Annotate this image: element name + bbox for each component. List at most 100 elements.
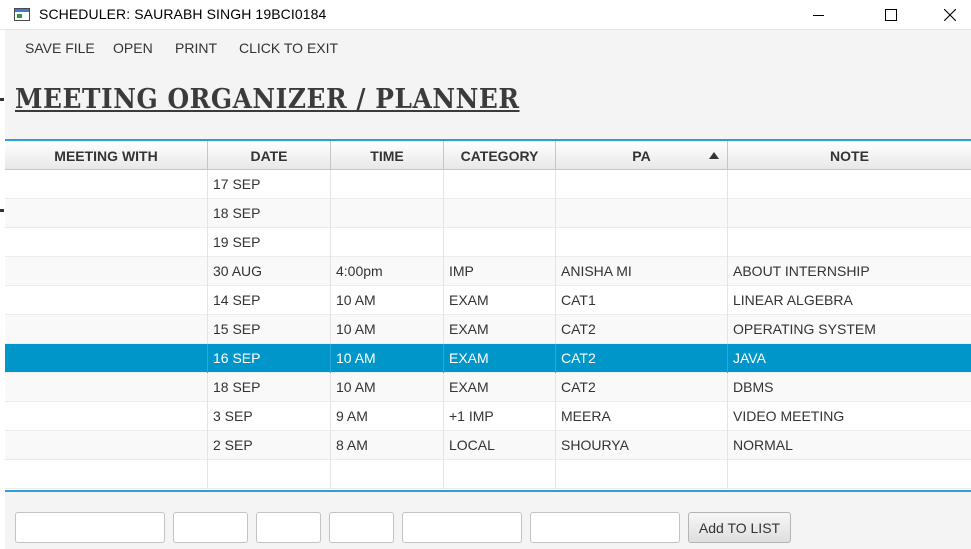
- cell-pa: CAT2: [556, 344, 728, 373]
- edge-artifact: [0, 98, 4, 101]
- cell-date: 18 SEP: [208, 373, 331, 402]
- cell-note: NORMAL: [733, 437, 793, 453]
- column-header-note[interactable]: NOTE: [728, 141, 971, 170]
- cell-note: [728, 170, 971, 199]
- column-header-date[interactable]: DATE: [208, 141, 331, 170]
- cell-date: 30 AUG: [208, 257, 331, 286]
- cell-note: ABOUT INTERNSHIP: [733, 263, 870, 279]
- cell-category: LOCAL: [444, 431, 556, 460]
- cell-pa: SHOURYA: [556, 431, 728, 460]
- minimize-button[interactable]: [795, 0, 841, 30]
- table-row[interactable]: 18 SEP: [5, 199, 971, 228]
- cell-date: 17 SEP: [208, 170, 331, 199]
- table-row[interactable]: 19 SEP: [5, 228, 971, 257]
- cell-note: LINEAR ALGEBRA: [733, 292, 853, 308]
- table-row[interactable]: 15 SEP 10 AM EXAM CAT2 OPERATING SYSTEM: [5, 315, 971, 344]
- cell-pa: CAT2: [556, 315, 728, 344]
- cell-note: VIDEO MEETING: [733, 408, 845, 424]
- app-window-icon: [14, 8, 30, 21]
- cell-meeting-with: [5, 315, 208, 344]
- cell-category: +1 IMP: [444, 402, 556, 431]
- column-header-time[interactable]: TIME: [331, 141, 444, 170]
- cell-meeting-with: [5, 431, 208, 460]
- cell-pa: ANISHA MI: [556, 257, 728, 286]
- maximize-button[interactable]: [868, 0, 914, 30]
- menu-open[interactable]: OPEN: [113, 40, 153, 56]
- page-title: Meeting Organizer / Planner: [15, 84, 520, 115]
- cell-date: 2 SEP: [208, 431, 331, 460]
- table-row[interactable]: 16 SEP 10 AM EXAM CAT2 JAVA: [5, 344, 971, 373]
- close-icon: [944, 9, 956, 21]
- cell-category: [444, 199, 556, 228]
- cell-pa: [556, 199, 728, 228]
- cell-note: [728, 460, 971, 489]
- close-button[interactable]: [927, 0, 971, 30]
- cell-time: 10 AM: [331, 344, 444, 373]
- cell-time: [331, 460, 444, 489]
- title-bar: SCHEDULER: SAURABH SINGH 19BCI0184: [0, 0, 971, 30]
- window-title: SCHEDULER: SAURABH SINGH 19BCI0184: [39, 6, 327, 22]
- table-row[interactable]: 2 SEP 8 AM LOCAL SHOURYA NORMAL: [5, 431, 971, 460]
- cell-category: EXAM: [444, 315, 556, 344]
- cell-category: EXAM: [444, 344, 556, 373]
- menu-print[interactable]: PRINT: [175, 40, 217, 56]
- table-row[interactable]: 18 SEP 10 AM EXAM CAT2 DBMS: [5, 373, 971, 402]
- cell-note: DBMS: [733, 379, 774, 395]
- sort-ascending-icon: [709, 152, 719, 159]
- cell-time: [331, 170, 444, 199]
- cell-meeting-with: [5, 170, 208, 199]
- cell-time: [331, 228, 444, 257]
- table-row[interactable]: [5, 460, 971, 489]
- cell-date: 14 SEP: [208, 286, 331, 315]
- cell-time: [331, 199, 444, 228]
- column-header-pa[interactable]: PA: [556, 141, 728, 170]
- cell-time: 8 AM: [331, 431, 444, 460]
- cell-category: [444, 460, 556, 489]
- cell-meeting-with: [5, 257, 208, 286]
- entry-form: Add TO LIST: [5, 505, 971, 549]
- table-row[interactable]: 30 AUG 4:00pm IMP ANISHA MI ABOUT INTERNSHIP: [5, 257, 971, 286]
- pa-input[interactable]: [402, 512, 522, 543]
- cell-note: [728, 228, 971, 257]
- menu-save-file[interactable]: SAVE FILE: [25, 40, 95, 56]
- cell-note: JAVA: [733, 350, 766, 366]
- cell-meeting-with: [5, 344, 208, 373]
- cell-time: 10 AM: [331, 315, 444, 344]
- cell-date: 18 SEP: [208, 199, 331, 228]
- maximize-icon: [885, 9, 897, 21]
- cell-pa: [556, 228, 728, 257]
- date-input[interactable]: [173, 512, 248, 543]
- table-row[interactable]: 14 SEP 10 AM EXAM CAT1 LINEAR ALGEBRA: [5, 286, 971, 315]
- minimize-icon: [812, 14, 824, 16]
- column-header-meeting-with[interactable]: MEETING WITH: [5, 141, 208, 170]
- cell-time: 4:00pm: [331, 257, 444, 286]
- menu-bar: SAVE FILE OPEN PRINT CLICK TO EXIT: [5, 30, 971, 67]
- note-input[interactable]: [530, 512, 680, 543]
- cell-time: 10 AM: [331, 373, 444, 402]
- cell-category: [444, 228, 556, 257]
- cell-pa: [556, 170, 728, 199]
- category-input[interactable]: [329, 512, 394, 543]
- table-row[interactable]: 3 SEP 9 AM +1 IMP MEERA VIDEO MEETING: [5, 402, 971, 431]
- edge-artifact: [0, 209, 4, 212]
- cell-pa: MEERA: [556, 402, 728, 431]
- column-header-category[interactable]: CATEGORY: [444, 141, 556, 170]
- cell-time: 10 AM: [331, 286, 444, 315]
- cell-date: 15 SEP: [208, 315, 331, 344]
- cell-meeting-with: [5, 373, 208, 402]
- time-input[interactable]: [256, 512, 321, 543]
- cell-pa: [556, 460, 728, 489]
- add-to-list-button[interactable]: Add TO LIST: [688, 512, 791, 543]
- cell-date: 3 SEP: [208, 402, 331, 431]
- cell-category: [444, 170, 556, 199]
- menu-click-to-exit[interactable]: CLICK TO EXIT: [239, 40, 338, 56]
- cell-meeting-with: [5, 199, 208, 228]
- cell-time: 9 AM: [331, 402, 444, 431]
- meetings-table[interactable]: MEETING WITH DATE TIME CATEGORY PA NOTE …: [5, 139, 971, 492]
- table-header: MEETING WITH DATE TIME CATEGORY PA NOTE: [5, 141, 971, 170]
- meeting-with-input[interactable]: [15, 512, 165, 543]
- cell-meeting-with: [5, 460, 208, 489]
- table-row[interactable]: 17 SEP: [5, 170, 971, 199]
- cell-date: 19 SEP: [208, 228, 331, 257]
- cell-note: OPERATING SYSTEM: [733, 321, 876, 337]
